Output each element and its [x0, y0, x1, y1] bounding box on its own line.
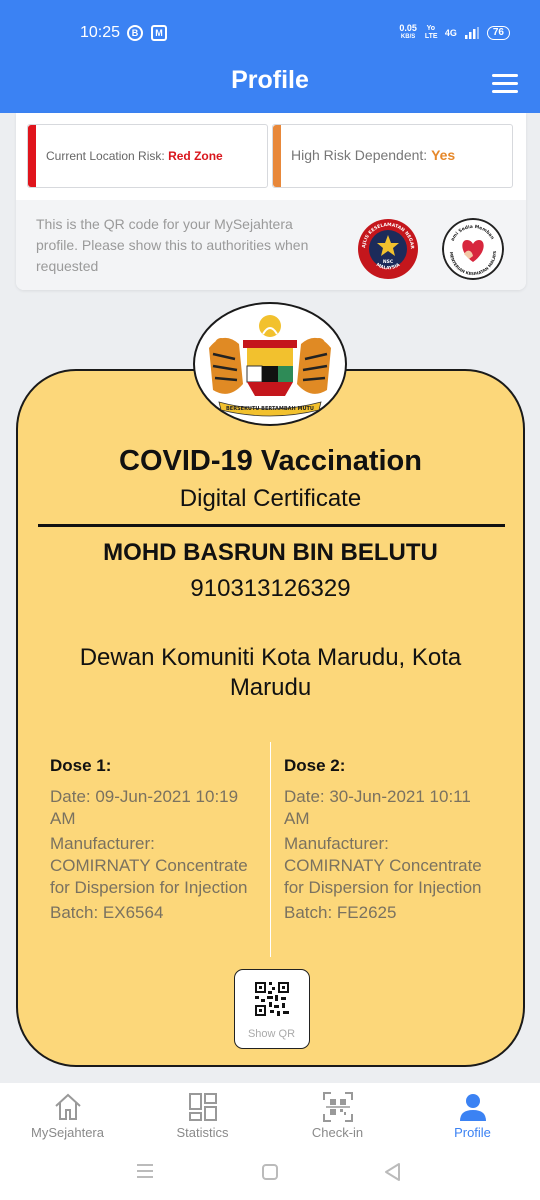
coat-of-arms-icon: BERSEKUTU BERTAMBAH MUTU [209, 315, 331, 417]
nav-label: Check-in [311, 1125, 364, 1140]
svg-text:NSC: NSC [383, 259, 394, 265]
dose-1-details: Dose 1: Date: 09-Jun-2021 10:19 AM Manuf… [50, 756, 255, 924]
nsc-logo-icon: MAJLIS KESELAMATAN NEGARA NSC MALAYSIA [357, 218, 418, 279]
status-bar: 10:25 B M 0.05 KB/S Yo LTE 4G 76 [0, 0, 540, 60]
qr-scan-icon [322, 1092, 353, 1122]
battery-indicator: 76 [486, 26, 510, 40]
qr-info-section: This is the QR code for your MySejahtera… [16, 200, 526, 290]
statistics-grid-icon [188, 1093, 217, 1121]
speed-value: 0.05 [399, 23, 417, 33]
dose-date: Date: 09-Jun-2021 10:19 AM [50, 787, 239, 828]
dependent-label: High Risk Dependent: [291, 147, 428, 163]
recents-icon[interactable] [135, 1163, 155, 1179]
dose-manufacturer: Manufacturer: COMIRNATY Concentrate for … [50, 834, 248, 897]
dose-title: Dose 2: [284, 756, 346, 775]
hamburger-menu-button[interactable] [492, 74, 518, 94]
page-title: Profile [231, 66, 309, 94]
dose-date: Date: 30-Jun-2021 10:11 AM [284, 787, 471, 828]
home-icon [54, 1093, 81, 1120]
holder-id-number: 910313126329 [190, 575, 351, 602]
show-qr-button[interactable]: Show QR [234, 969, 310, 1049]
svg-text:BERSEKUTU BERTAMBAH MUTU: BERSEKUTU BERTAMBAH MUTU [226, 406, 314, 412]
title-divider [38, 524, 505, 527]
qr-info-text: This is the QR code for your MySejahtera… [36, 216, 309, 274]
network-label: Yo LTE [424, 25, 438, 40]
vaccination-location: Dewan Komuniti Kota Marudu, Kota Marudu [79, 644, 462, 701]
bottom-navigation: MySejahtera Statistics Check-in Profile [0, 1083, 540, 1149]
back-triangle-icon[interactable] [383, 1162, 403, 1182]
status-right-group: 0.05 KB/S Yo LTE 4G 76 [399, 24, 510, 42]
app-bar: 10:25 B M 0.05 KB/S Yo LTE 4G 76 Profile [0, 0, 540, 113]
nav-item-profile[interactable]: Profile [405, 1083, 540, 1149]
system-navigation-bar [0, 1149, 540, 1200]
qr-code-icon [255, 982, 289, 1016]
b-circle-icon: B [127, 25, 143, 41]
signal-icon: 4G [444, 28, 457, 38]
show-qr-label: Show QR [247, 1028, 296, 1040]
nav-item-statistics[interactable]: Statistics [135, 1083, 270, 1149]
location-risk-label: Current Location Risk: [46, 149, 165, 163]
certificate-subtitle: Digital Certificate [179, 485, 362, 512]
vaccination-certificate-card: COVID-19 Vaccination Digital Certificate… [16, 369, 525, 1067]
location-risk-box[interactable]: Current Location Risk: Red Zone [27, 124, 268, 188]
location-risk-value: Red Zone [168, 149, 223, 163]
nav-label: Statistics [176, 1125, 229, 1140]
signal-bars-icon [464, 27, 479, 39]
risk-color-bar [28, 125, 36, 187]
speed-unit: KB/S [400, 34, 416, 40]
malaysia-coat-of-arms-emblem: BERSEKUTU BERTAMBAH MUTU [193, 302, 347, 426]
network-speed: 0.05 KB/S [399, 24, 417, 42]
dependent-value: Yes [431, 147, 456, 163]
holder-name: MOHD BASRUN BIN BELUTU [103, 539, 438, 566]
dependent-color-bar [273, 125, 281, 187]
person-icon [459, 1094, 486, 1121]
dependent-text: High Risk Dependent: Yes [291, 147, 455, 163]
certificate-title: COVID-19 Vaccination [119, 445, 422, 477]
high-risk-dependent-box[interactable]: High Risk Dependent: Yes [272, 124, 513, 188]
status-time: 10:25 [80, 24, 121, 41]
nav-label: MySejahtera [31, 1125, 104, 1140]
menu-line [492, 90, 518, 93]
profile-status-card: Current Location Risk: Red Zone High Ris… [16, 113, 526, 290]
kkm-logo-icon: Kami Sedia Membantu KEMENTERIAN KESIHATA… [442, 218, 504, 280]
dose-2-details: Dose 2: Date: 30-Jun-2021 10:11 AM Manuf… [284, 756, 489, 924]
home-square-icon[interactable] [261, 1163, 279, 1181]
dose-manufacturer: Manufacturer: COMIRNATY Concentrate for … [284, 834, 482, 897]
location-risk-text: Current Location Risk: Red Zone [46, 149, 223, 163]
m-app-icon: M [151, 25, 167, 41]
dose-batch: Batch: EX6564 [50, 903, 164, 922]
menu-line [492, 82, 518, 85]
menu-line [492, 74, 518, 77]
nav-item-mysejahtera[interactable]: MySejahtera [0, 1083, 135, 1149]
nav-label: Profile [454, 1125, 491, 1140]
dose-divider [270, 742, 271, 957]
nav-item-check-in[interactable]: Check-in [270, 1083, 405, 1149]
dose-batch: Batch: FE2625 [284, 903, 397, 922]
dose-title: Dose 1: [50, 756, 112, 775]
